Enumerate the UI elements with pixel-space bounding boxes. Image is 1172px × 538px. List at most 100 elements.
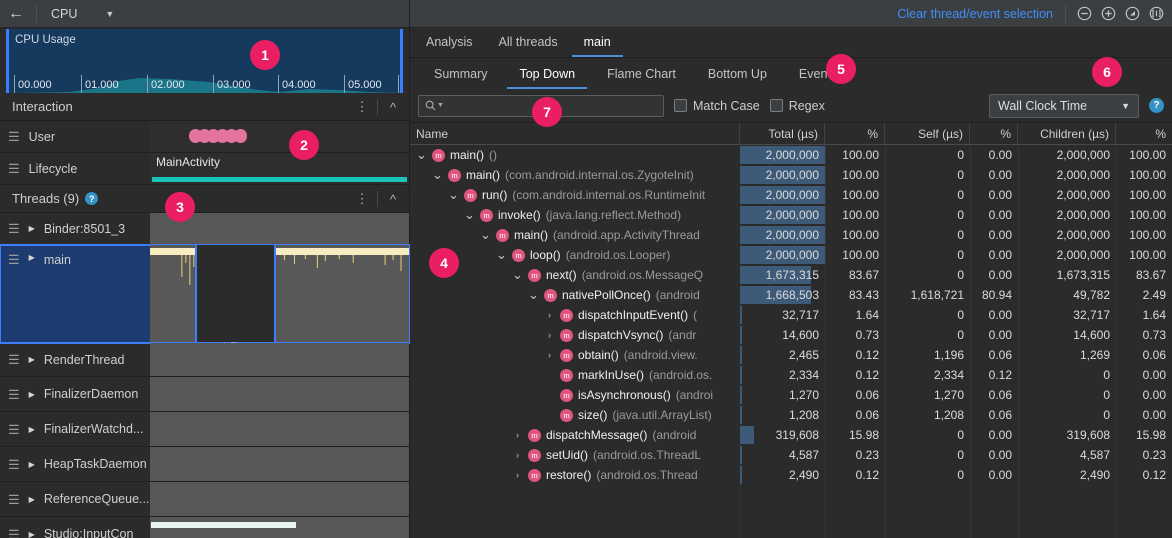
interaction-section-header[interactable]: Interaction ⋮ ^ [0, 93, 409, 121]
table-row[interactable]: › m dispatchMessage() (android 319,608 15.98 0… [410, 425, 1172, 445]
process-selector[interactable]: CPU ▼ [41, 3, 149, 25]
chevron-right-icon[interactable]: ▶ [29, 253, 35, 262]
table-row[interactable]: ⌄ m loop() (android.os.Looper) 2,000,000 100.… [410, 245, 1172, 265]
chevron-right-icon[interactable]: › [544, 310, 555, 320]
interaction-track-user[interactable]: ☰ User [0, 121, 409, 153]
help-icon[interactable]: ? [1149, 98, 1164, 113]
table-row[interactable]: › m setUid() (android.os.ThreadL 4,587 0.23 0 0… [410, 445, 1172, 465]
chevron-right-icon[interactable]: › [512, 430, 523, 440]
tab-main[interactable]: main [571, 31, 623, 57]
table-row[interactable]: › m dispatchVsync() (andr 14,600 0.73 0 0.00 14,… [410, 325, 1172, 345]
table-row[interactable]: m size() (java.util.ArrayList) 1,208 0.06 1,2… [410, 405, 1172, 425]
table-row[interactable]: ⌄ m invoke() (java.lang.reflect.Method) 2,00… [410, 205, 1172, 225]
drag-handle-icon[interactable]: ☰ [8, 162, 20, 175]
chevron-right-icon[interactable]: › [544, 330, 555, 340]
chevron-right-icon[interactable]: › [544, 350, 555, 360]
table-row[interactable]: › m obtain() (android.view. 2,465 0.12 1,196 0.… [410, 345, 1172, 365]
thread-row[interactable]: ☰ ▶ ReferenceQueue... [0, 482, 409, 517]
chevron-down-icon[interactable]: ⌄ [480, 228, 491, 241]
table-row[interactable]: ⌄ m run() (com.android.internal.os.RuntimeI… [410, 185, 1172, 205]
main-thread-activity-track[interactable] [150, 245, 409, 342]
drag-handle-icon[interactable]: ☰ [8, 423, 20, 436]
reset-zoom-icon[interactable] [1122, 4, 1142, 24]
table-row[interactable]: ⌄ m nativePollOnce() (android 1,668,503 83.43… [410, 285, 1172, 305]
arrow-left-icon[interactable]: ← [0, 0, 32, 28]
table-row[interactable]: m isAsynchronous() (androi 1,270 0.06 1,270 0.… [410, 385, 1172, 405]
chevron-up-icon[interactable]: ^ [383, 96, 403, 118]
table-row[interactable]: › m dispatchInputEvent() (32,717 1.64 0 0.00 32… [410, 305, 1172, 325]
chevron-right-icon[interactable]: ▶ [29, 390, 35, 399]
column-header-self[interactable]: Self (µs) [885, 123, 970, 144]
chevron-right-icon[interactable]: ▶ [29, 425, 35, 434]
thread-row[interactable]: ☰ ▶ HeapTaskDaemon [0, 447, 409, 482]
chevron-right-icon[interactable]: ▶ [29, 224, 35, 233]
zoom-out-icon[interactable] [1074, 4, 1094, 24]
drag-handle-icon[interactable]: ☰ [8, 130, 20, 143]
zoom-to-selection-icon[interactable] [1146, 4, 1166, 24]
tab-all-threads[interactable]: All threads [487, 31, 570, 57]
clear-selection-link[interactable]: Clear thread/event selection [897, 7, 1053, 21]
thread-activity-track[interactable] [150, 482, 409, 516]
table-row[interactable]: ⌄ m next() (android.os.MessageQ 1,673,315 83.… [410, 265, 1172, 285]
drag-handle-icon[interactable]: ☰ [8, 253, 20, 266]
chevron-down-icon[interactable]: ⌄ [432, 168, 443, 181]
zoom-in-icon[interactable] [1098, 4, 1118, 24]
help-icon[interactable]: ? [85, 192, 99, 205]
chevron-right-icon[interactable]: › [512, 450, 523, 460]
lifecycle-activity-bar[interactable]: MainActivity [150, 153, 409, 184]
tab-flame-chart[interactable]: Flame Chart [595, 63, 688, 89]
table-row[interactable]: m markInUse() (android.os. 2,334 0.12 2,334 0.… [410, 365, 1172, 385]
column-header-children-pct[interactable]: % [1116, 123, 1172, 144]
thread-row[interactable]: ☰ ▶ RenderThread [0, 343, 409, 377]
more-vertical-icon[interactable]: ⋮ [352, 188, 372, 210]
thread-activity-track[interactable] [150, 447, 409, 481]
thread-activity-track[interactable] [150, 517, 409, 538]
table-row[interactable]: ⌄ m main() (android.app.ActivityThread 2,000… [410, 225, 1172, 245]
thread-activity-track[interactable] [150, 343, 409, 376]
chevron-right-icon[interactable]: ▶ [29, 495, 35, 504]
drag-handle-icon[interactable]: ☰ [8, 388, 20, 401]
column-header-name[interactable]: Name [410, 123, 740, 144]
thread-row[interactable]: ☰ ▶ FinalizerDaemon [0, 377, 409, 412]
clock-type-select[interactable]: Wall Clock Time ▼ [989, 93, 1139, 118]
chevron-down-icon[interactable]: ⌄ [496, 248, 507, 261]
timeline-selection-range[interactable] [195, 245, 276, 342]
tab-top-down[interactable]: Top Down [507, 63, 588, 89]
match-case-checkbox[interactable]: Match Case [674, 99, 760, 113]
drag-handle-icon[interactable]: ☰ [8, 528, 20, 538]
drag-handle-icon[interactable]: ☰ [8, 458, 20, 471]
tab-analysis[interactable]: Analysis [414, 31, 485, 57]
chevron-up-icon[interactable]: ^ [383, 188, 403, 210]
drag-handle-icon[interactable]: ☰ [8, 222, 20, 235]
chevron-down-icon[interactable]: ⌄ [416, 148, 427, 161]
chevron-down-icon[interactable]: ⌄ [528, 288, 539, 301]
tab-bottom-up[interactable]: Bottom Up [696, 63, 779, 89]
column-header-total[interactable]: Total (µs) [740, 123, 825, 144]
interaction-track-lifecycle[interactable]: ☰ Lifecycle MainActivity [0, 153, 409, 185]
table-row[interactable]: ⌄ m main() () 2,000,000 100.00 0 0.00 2,000,000 1… [410, 145, 1172, 165]
cpu-usage-chart[interactable]: CPU Usage 00.000 01.000 02.000 03.000 04… [6, 29, 403, 93]
chevron-down-icon[interactable]: ⌄ [448, 188, 459, 201]
chevron-down-icon[interactable]: ⌄ [464, 208, 475, 221]
threads-section-header[interactable]: Threads (9) ? ⋮ ^ [0, 185, 409, 213]
more-vertical-icon[interactable]: ⋮ [352, 96, 372, 118]
column-header-total-pct[interactable]: % [825, 123, 885, 144]
column-header-children[interactable]: Children (µs) [1018, 123, 1116, 144]
table-row[interactable]: ⌄ m main() (com.android.internal.os.ZygoteI… [410, 165, 1172, 185]
drag-handle-icon[interactable]: ☰ [8, 493, 20, 506]
chevron-right-icon[interactable]: ▶ [29, 460, 35, 469]
chevron-down-icon[interactable]: ⌄ [512, 268, 523, 281]
thread-row[interactable]: ☰ ▶ Binder:8501_3 [0, 213, 409, 245]
thread-row-main[interactable]: ☰ ▶ main [0, 244, 410, 344]
interaction-user-events[interactable] [150, 121, 409, 152]
thread-activity-track[interactable] [150, 412, 409, 446]
chevron-right-icon[interactable]: ▶ [29, 355, 35, 364]
regex-checkbox[interactable]: Regex [769, 99, 825, 113]
chevron-right-icon[interactable]: ▶ [29, 530, 35, 538]
drag-handle-icon[interactable]: ☰ [8, 353, 20, 366]
tab-summary[interactable]: Summary [422, 63, 499, 89]
thread-activity-track[interactable] [150, 377, 409, 411]
table-row[interactable]: › m restore() (android.os.Thread 2,490 0.12 0 0… [410, 465, 1172, 485]
chevron-right-icon[interactable]: › [512, 470, 523, 480]
thread-row[interactable]: ☰ ▶ Studio:InputCon [0, 517, 409, 538]
